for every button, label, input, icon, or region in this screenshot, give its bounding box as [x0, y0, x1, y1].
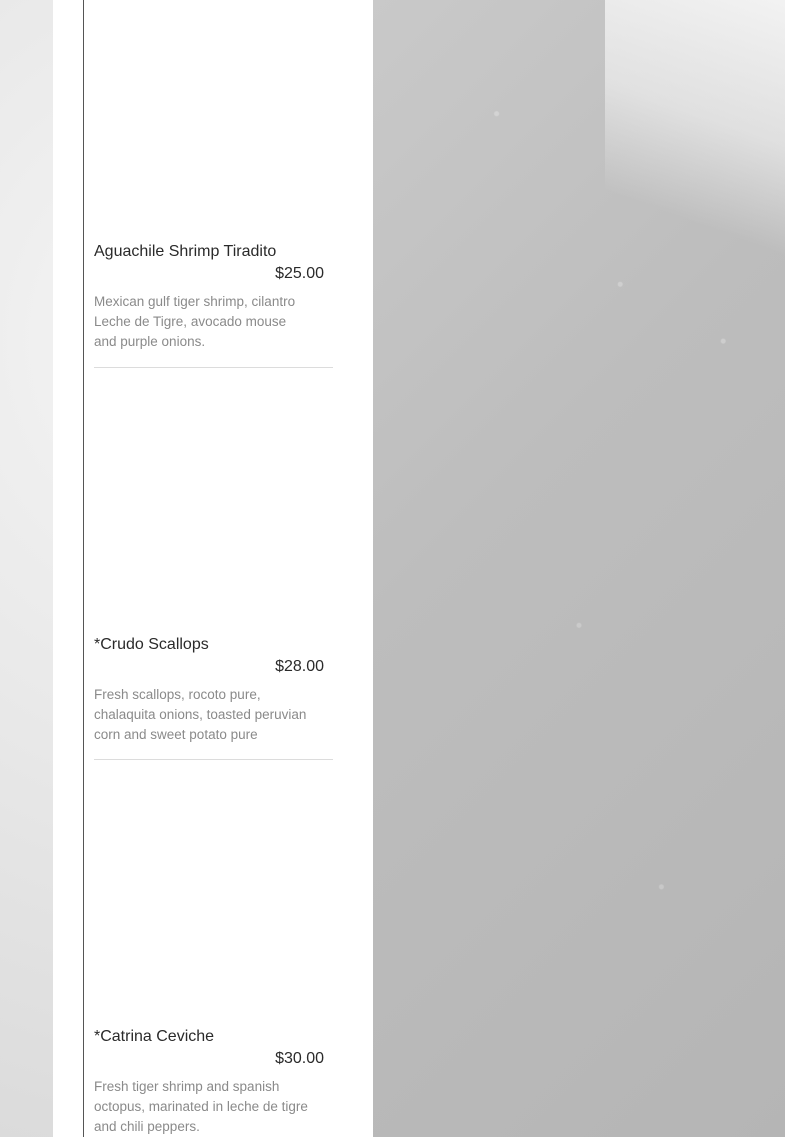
menu-item-name: *Crudo Scallops — [94, 636, 209, 653]
menu-item-description: Mexican gulf tiger shrimp, cilantro Lech… — [94, 294, 296, 349]
menu-panel: Aguachile Shrimp Tiradito $25.00 Mexican… — [53, 0, 373, 1137]
menu-item-description: Fresh tiger shrimp and spanish octopus, … — [94, 1079, 308, 1134]
menu-item-name: Aguachile Shrimp Tiradito — [94, 243, 277, 260]
menu-item-divider — [94, 367, 333, 368]
menu-item-price: $30.00 — [275, 1050, 324, 1067]
background-highlight — [605, 0, 785, 300]
menu-item[interactable]: *Catrina Ceviche $30.00 Fresh tiger shri… — [94, 1027, 334, 1137]
menu-item-price: $28.00 — [275, 658, 324, 675]
menu-item[interactable]: Aguachile Shrimp Tiradito $25.00 Mexican… — [94, 242, 334, 352]
panel-left-rule — [83, 0, 84, 1137]
menu-item-divider — [94, 759, 333, 760]
menu-item-price: $25.00 — [275, 265, 324, 282]
menu-item-description: Fresh scallops, rocoto pure, chalaquita … — [94, 687, 307, 742]
menu-item-name: *Catrina Ceviche — [94, 1028, 215, 1045]
menu-item[interactable]: *Crudo Scallops $28.00 Fresh scallops, r… — [94, 635, 334, 745]
